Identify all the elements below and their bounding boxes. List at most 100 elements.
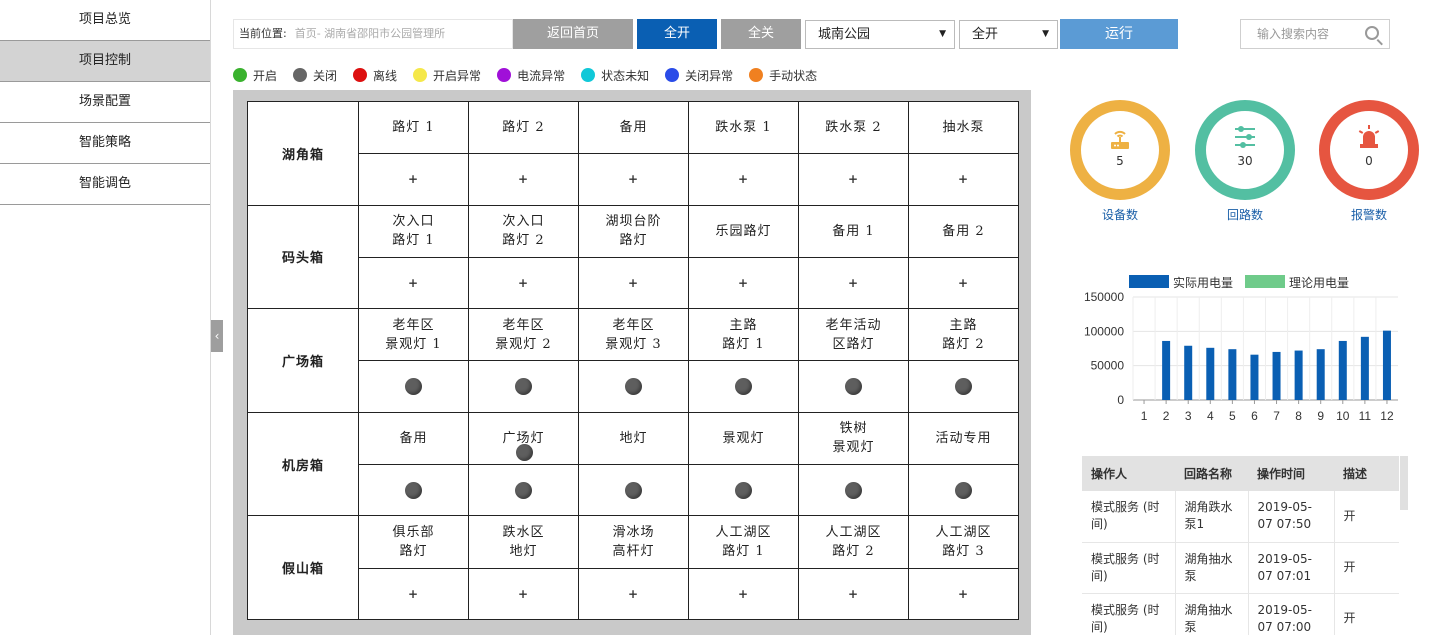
plus-icon[interactable]: +: [518, 172, 529, 186]
circuit-name-line: 老年区: [612, 317, 655, 333]
sidebar-item-color[interactable]: 智能调色: [0, 164, 210, 205]
circuit-state-cell[interactable]: +: [688, 153, 799, 206]
lamp-closed-icon[interactable]: [735, 378, 752, 396]
circuit-state-cell[interactable]: [578, 464, 689, 517]
circuit-state-cell[interactable]: +: [468, 567, 579, 621]
bar-actual[interactable]: [1272, 351, 1281, 400]
run-button[interactable]: 运行: [1060, 19, 1178, 49]
lamp-closed-icon[interactable]: [955, 481, 972, 499]
stat-alarm[interactable]: 0 报警数: [1319, 100, 1419, 223]
plus-icon[interactable]: +: [958, 587, 969, 601]
all-on-button[interactable]: 全开: [637, 19, 717, 49]
plus-icon[interactable]: +: [408, 587, 419, 601]
circuit-state-cell[interactable]: [908, 464, 1019, 517]
plus-icon[interactable]: +: [518, 587, 529, 601]
stat-router[interactable]: 5 设备数: [1070, 100, 1170, 223]
search-input[interactable]: 输入搜索内容: [1240, 19, 1390, 49]
plus-icon[interactable]: +: [848, 172, 859, 186]
plus-icon[interactable]: +: [958, 172, 969, 186]
bar-actual[interactable]: [1162, 340, 1171, 400]
bar-actual[interactable]: [1184, 345, 1193, 400]
lamp-closed-icon[interactable]: [515, 378, 532, 396]
lamp-closed-icon[interactable]: [955, 378, 972, 396]
sidebar-item-scene[interactable]: 场景配置: [0, 82, 210, 123]
sidebar-item-overview[interactable]: 项目总览: [0, 0, 210, 41]
plus-icon[interactable]: +: [848, 587, 859, 601]
lamp-closed-icon[interactable]: [516, 443, 533, 461]
plus-icon[interactable]: +: [628, 587, 639, 601]
circuit-state-cell[interactable]: [798, 360, 909, 413]
plus-icon[interactable]: +: [408, 172, 419, 186]
circuit-state-cell[interactable]: [358, 464, 469, 517]
circuit-state-cell[interactable]: +: [578, 256, 689, 310]
circuit-state-cell[interactable]: [578, 360, 689, 413]
circuit-state-cell[interactable]: +: [468, 153, 579, 206]
table-row[interactable]: 模式服务 (时间) 湖角跌水泵1 2019-05-07 07:50 开: [1082, 491, 1399, 543]
circuit-state-cell[interactable]: +: [358, 153, 469, 206]
bar-actual[interactable]: [1250, 354, 1259, 400]
circuit-state-cell[interactable]: +: [798, 256, 909, 310]
legend-item: 开启异常: [413, 67, 481, 84]
circuit-state-cell[interactable]: [468, 464, 579, 517]
log-column-header[interactable]: 操作时间: [1248, 456, 1334, 491]
circuit-state-cell[interactable]: +: [798, 567, 909, 621]
bar-actual[interactable]: [1382, 330, 1391, 400]
lamp-closed-icon[interactable]: [845, 481, 862, 499]
circuit-state-cell[interactable]: [468, 360, 579, 413]
plus-icon[interactable]: +: [408, 276, 419, 290]
plus-icon[interactable]: +: [848, 276, 859, 290]
bar-actual[interactable]: [1206, 347, 1215, 400]
lamp-closed-icon[interactable]: [405, 481, 422, 499]
plus-icon[interactable]: +: [958, 276, 969, 290]
log-column-header[interactable]: 操作人: [1082, 456, 1175, 491]
plus-icon[interactable]: +: [628, 276, 639, 290]
park-select[interactable]: 城南公园 ▼: [805, 20, 955, 49]
circuit-state-cell[interactable]: [688, 360, 799, 413]
plus-icon[interactable]: +: [738, 587, 749, 601]
circuit-state-cell[interactable]: +: [688, 567, 799, 621]
all-off-button[interactable]: 全关: [721, 19, 801, 49]
circuit-state-cell[interactable]: +: [468, 256, 579, 310]
circuit-state-cell[interactable]: +: [908, 256, 1019, 310]
circuit-state-cell[interactable]: [908, 360, 1019, 413]
circuit-state-cell[interactable]: +: [358, 256, 469, 310]
table-row[interactable]: 模式服务 (时间) 湖角抽水泵 2019-05-07 07:00 开: [1082, 593, 1399, 635]
circuit-state-cell[interactable]: +: [908, 567, 1019, 621]
circuit-state-cell[interactable]: [798, 464, 909, 517]
sidebar-item-control[interactable]: 项目控制: [0, 41, 210, 82]
plus-icon[interactable]: +: [628, 172, 639, 186]
breadcrumb-path[interactable]: 首页- 湖南省邵阳市公园管理所: [295, 27, 445, 40]
circuit-state-cell[interactable]: [688, 464, 799, 517]
bar-actual[interactable]: [1294, 350, 1303, 400]
log-column-header[interactable]: 描述: [1334, 456, 1399, 491]
bar-actual[interactable]: [1316, 349, 1325, 400]
log-scrollbar[interactable]: [1400, 456, 1408, 510]
bar-actual[interactable]: [1360, 336, 1369, 400]
circuit-state-cell[interactable]: +: [908, 153, 1019, 206]
sidebar-collapse-handle[interactable]: ‹: [211, 320, 223, 352]
lamp-closed-icon[interactable]: [735, 481, 752, 499]
circuit-state-cell[interactable]: +: [798, 153, 909, 206]
home-button[interactable]: 返回首页: [513, 19, 633, 49]
lamp-closed-icon[interactable]: [405, 378, 422, 396]
search-icon[interactable]: [1365, 26, 1379, 40]
bar-actual[interactable]: [1228, 349, 1237, 400]
log-column-header[interactable]: 回路名称: [1175, 456, 1248, 491]
plus-icon[interactable]: +: [518, 276, 529, 290]
lamp-closed-icon[interactable]: [625, 481, 642, 499]
sidebar-item-strategy[interactable]: 智能策略: [0, 123, 210, 164]
mode-select[interactable]: 全开 ▼: [959, 20, 1058, 49]
bar-actual[interactable]: [1338, 340, 1347, 400]
plus-icon[interactable]: +: [738, 276, 749, 290]
stat-sliders[interactable]: 30 回路数: [1195, 100, 1295, 223]
lamp-closed-icon[interactable]: [625, 378, 642, 396]
lamp-closed-icon[interactable]: [845, 378, 862, 396]
circuit-state-cell[interactable]: +: [578, 567, 689, 621]
circuit-state-cell[interactable]: +: [358, 567, 469, 621]
circuit-state-cell[interactable]: +: [688, 256, 799, 310]
table-row[interactable]: 模式服务 (时间) 湖角抽水泵 2019-05-07 07:01 开: [1082, 542, 1399, 594]
lamp-closed-icon[interactable]: [515, 481, 532, 499]
circuit-state-cell[interactable]: +: [578, 153, 689, 206]
plus-icon[interactable]: +: [738, 172, 749, 186]
circuit-state-cell[interactable]: [358, 360, 469, 413]
